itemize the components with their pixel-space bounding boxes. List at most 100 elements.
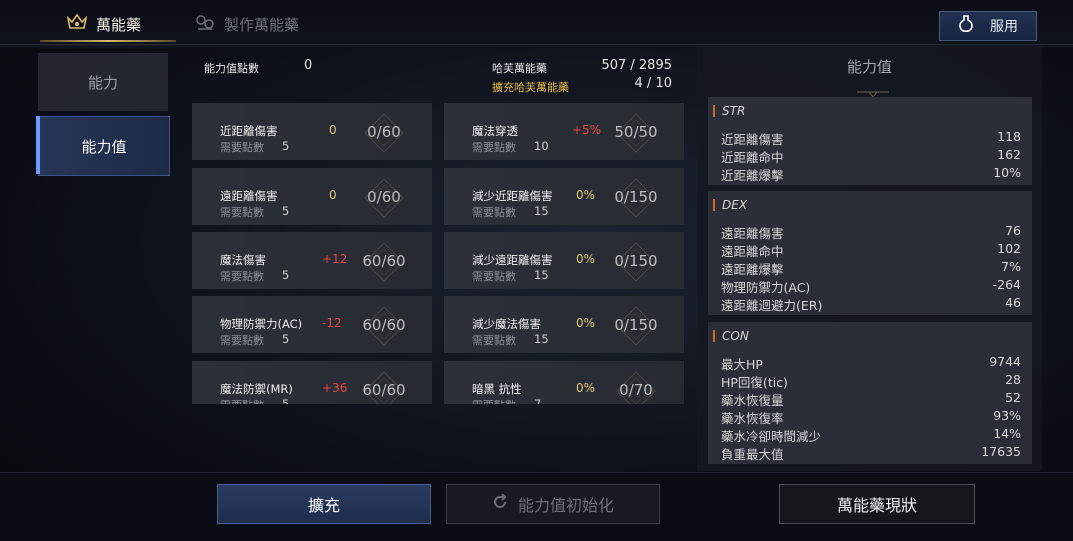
stat-card[interactable]: 減少魔法傷害 需要點數 15 0% 0/150 [444, 296, 684, 353]
stat-card[interactable]: 減少遠距離傷害 需要點數 15 0% 0/150 [444, 232, 684, 289]
required-points-value: 5 [282, 332, 290, 346]
required-points-label: 需要點數 [472, 206, 516, 219]
stat-progress: 60/60 [352, 371, 416, 404]
stat-progress-value: 60/60 [362, 381, 406, 399]
stat-name: 近距離命中 [220, 446, 278, 460]
stat-row-value: 14% [993, 426, 1021, 441]
stat-card[interactable]: PVP傷害減少 需要點數 20 0% 0/200 [444, 425, 684, 472]
required-points-value: 5 [282, 268, 290, 282]
stat-row-label: 近距離傷害 [721, 132, 784, 147]
stat-row-label: 近距離爆擊 [721, 168, 784, 183]
group-accent-bar [713, 105, 715, 117]
stat-card[interactable]: 魔法穿透 需要點數 10 +5% 50/50 [444, 103, 684, 160]
stat-progress-value: 0/60 [367, 188, 401, 206]
required-points-label: 需要點數 [472, 463, 516, 472]
stat-progress-value: 0/60 [367, 123, 401, 141]
stat-card[interactable]: 遠距離傷害需要點數 5 0 0/60 [192, 168, 432, 225]
diamond-frame-icon [614, 433, 658, 472]
stat-bonus: 0% [576, 252, 596, 266]
stat-group-header: STR [708, 97, 1032, 125]
stat-card[interactable]: 物理防禦力(AC) 需要點數 5 -12 60/60 [192, 296, 432, 353]
required-points-value: 5 [282, 204, 290, 218]
required-points-label: 需要點數 [220, 399, 264, 412]
required-points-value: 15 [534, 332, 549, 346]
stat-card[interactable]: 近距離命中 需要點數 5 0 0/60 [192, 425, 432, 472]
stat-row-value: -264 [992, 277, 1021, 292]
stat-row-label: 負重最大值 [721, 447, 784, 462]
stat-progress-value: 0/150 [614, 252, 658, 270]
stat-row-value: 102 [997, 241, 1021, 256]
stat-name: 魔法傷害 [220, 253, 266, 267]
stat-card[interactable]: 魔法傷害 需要點數 5 +12 60/60 [192, 232, 432, 289]
stat-progress: 0/200 [604, 441, 668, 467]
required-points-label: 需要點數 [220, 141, 264, 154]
stat-name: 暗黑 抗性 [472, 382, 522, 396]
stat-name: 減少近距離傷害 [472, 189, 553, 203]
required-points-label: 需要點數 [220, 334, 264, 347]
stat-name: 近距離傷害 [220, 124, 278, 138]
stat-row-value: 118 [997, 129, 1021, 144]
stat-group-str: STR 近距離傷害 118 近距離命中 162 近距離爆擊 10% [708, 97, 1032, 185]
stat-progress: 0/60 [352, 178, 416, 218]
stat-row-label: 藥水恢復量 [721, 393, 784, 408]
stat-card[interactable]: 近距離傷害需要點數 5 0 0/60 [192, 103, 432, 160]
stat-bonus: 0 [329, 123, 337, 137]
required-points-value: 7 [534, 397, 542, 411]
stat-progress: 50/50 [604, 113, 668, 153]
stat-bonus: 0 [329, 188, 337, 202]
stat-group-header: CON [708, 322, 1032, 350]
potion-status-label: 萬能藥現狀 [836, 496, 917, 515]
stat-name: 魔法穿透 [472, 124, 518, 138]
expand-button[interactable]: 擴充 [217, 484, 431, 524]
stat-row: 遠距離迴避力(ER) 46 [721, 295, 1021, 313]
stat-row-value: 10% [993, 165, 1021, 180]
stat-name: 物理防禦力(AC) [220, 317, 303, 331]
reset-stats-button[interactable]: 能力值初始化 [446, 484, 660, 524]
stat-bonus: 0% [576, 188, 596, 202]
required-points-label: 需要點數 [472, 270, 516, 283]
stat-row-label: 近距離命中 [721, 150, 784, 165]
required-points-value: 5 [282, 397, 290, 411]
diamond-frame-icon [362, 433, 406, 472]
stat-progress-value: 0/150 [614, 188, 658, 206]
required-points-value: 5 [282, 461, 290, 472]
stat-group-name: CON [722, 329, 749, 343]
group-accent-bar [713, 330, 715, 342]
stat-row-label: 物理防禦力(AC) [721, 280, 811, 295]
group-accent-bar [713, 199, 715, 211]
stat-progress-value: 0/60 [367, 445, 401, 463]
stat-bonus: 0% [576, 445, 596, 459]
refresh-icon [492, 493, 508, 514]
stat-row: 藥水恢復量 52 [721, 390, 1021, 408]
stat-progress: 0/60 [352, 113, 416, 153]
required-points-label: 需要點數 [220, 206, 264, 219]
required-points-label: 需要點數 [472, 399, 516, 412]
stat-progress-value: 60/60 [362, 252, 406, 270]
stat-name: 魔法防禦(MR) [220, 382, 293, 396]
stat-progress: 60/60 [352, 306, 416, 346]
stat-row: 物理防禦力(AC) -264 [721, 277, 1021, 295]
stat-row-label: 最大HP [721, 357, 763, 372]
stat-card[interactable]: 魔法防禦(MR) 需要點數 5 +36 60/60 [192, 361, 432, 412]
stat-row: 遠距離傷害 76 [721, 223, 1021, 241]
stat-row: 遠距離爆擊 7% [721, 259, 1021, 277]
stat-row: 藥水冷卻時間減少 14% [721, 426, 1021, 444]
stat-card[interactable]: 暗黑 抗性 需要點數 7 0% 0/70 [444, 361, 684, 412]
required-points-value: 5 [282, 139, 290, 153]
stat-card[interactable]: 減少近距離傷害 需要點數 15 0% 0/150 [444, 168, 684, 225]
stat-row: 近距離傷害 118 [721, 129, 1021, 147]
stat-row-label: 遠距離爆擊 [721, 262, 784, 277]
stat-row-label: 藥水冷卻時間減少 [721, 429, 822, 444]
stat-bonus: +36 [322, 381, 348, 395]
stat-name: 遠距離傷害 [220, 189, 278, 203]
stat-bonus: +5% [572, 123, 602, 137]
required-points-label: 需要點數 [472, 141, 516, 154]
potion-status-button[interactable]: 萬能藥現狀 [779, 484, 975, 524]
required-points-label: 需要點數 [220, 270, 264, 283]
stat-progress: 0/70 [604, 371, 668, 404]
stat-group-name: DEX [722, 198, 748, 212]
expand-button-label: 擴充 [307, 496, 340, 515]
stat-row-value: 7% [1001, 259, 1021, 274]
stat-row-value: 9744 [989, 354, 1021, 369]
stat-group-dex: DEX 遠距離傷害 76 遠距離命中 102 遠距離爆擊 7% 物理防禦力(AC) -264 遠距… [708, 191, 1032, 315]
